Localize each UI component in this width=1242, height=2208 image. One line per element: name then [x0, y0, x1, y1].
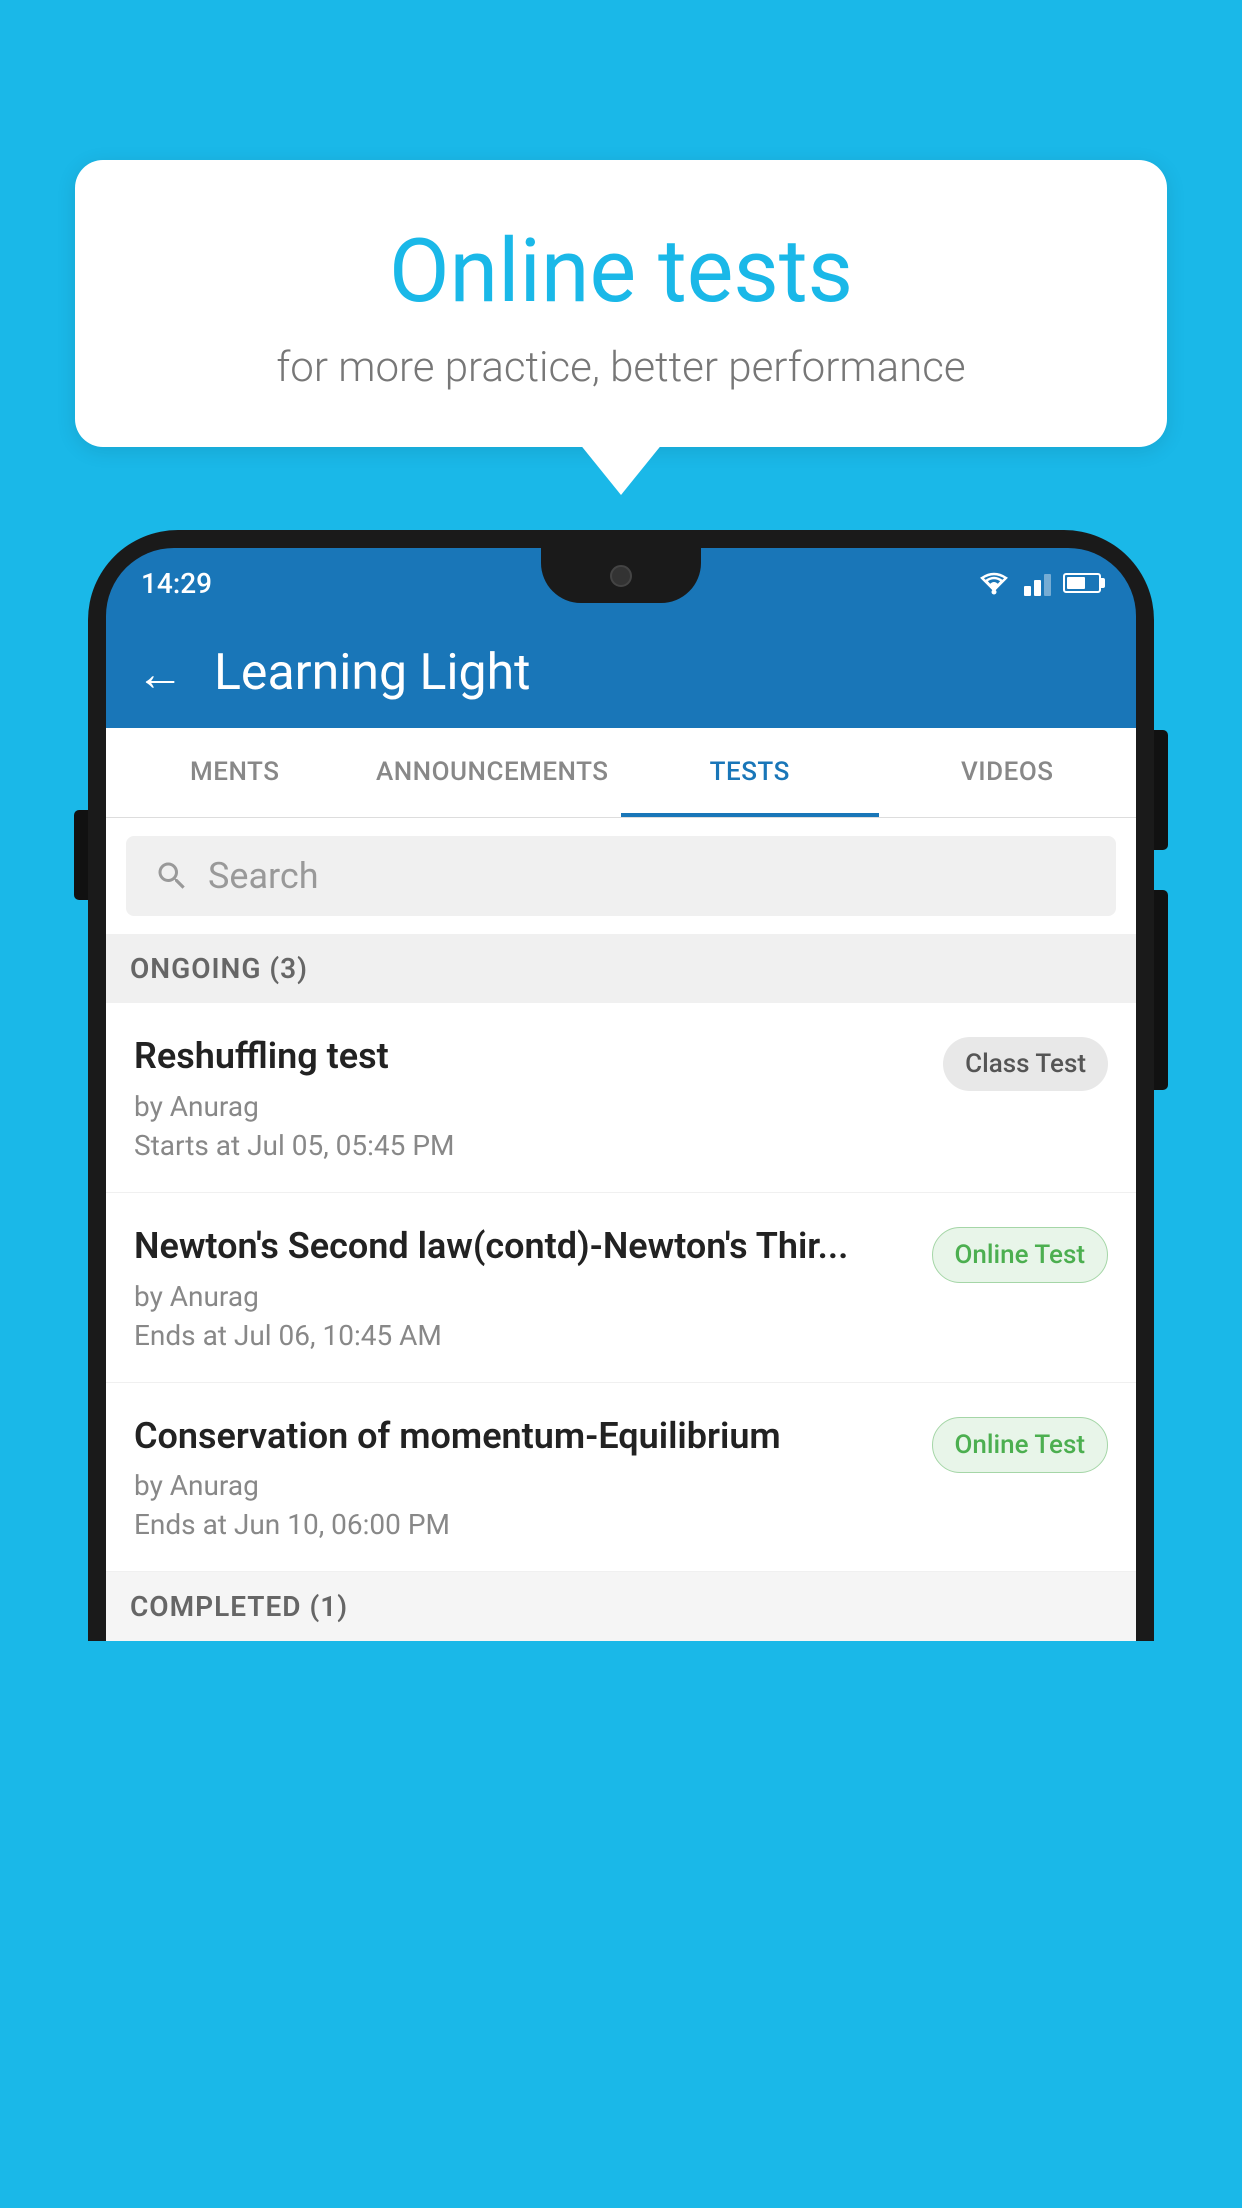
test-time-1: Starts at Jul 05, 05:45 PM — [134, 1129, 923, 1162]
side-button-right-top — [1154, 730, 1168, 850]
signal-icon — [1024, 570, 1051, 596]
search-icon — [154, 858, 190, 894]
tab-bar: MENTS ANNOUNCEMENTS TESTS VIDEOS — [106, 728, 1136, 818]
test-time-3: Ends at Jun 10, 06:00 PM — [134, 1508, 912, 1541]
status-bar: 14:29 — [106, 548, 1136, 618]
test-name-1: Reshuffling test — [134, 1033, 923, 1080]
test-author-2: by Anurag — [134, 1280, 912, 1313]
test-name-2: Newton's Second law(contd)-Newton's Thir… — [134, 1223, 912, 1270]
test-badge-3: Online Test — [932, 1417, 1109, 1473]
wifi-icon — [976, 570, 1012, 596]
tab-announcements[interactable]: ANNOUNCEMENTS — [364, 728, 622, 817]
test-author-3: by Anurag — [134, 1469, 912, 1502]
completed-section-header: COMPLETED (1) — [106, 1572, 1136, 1641]
back-button[interactable]: ← — [136, 645, 184, 702]
phone-screen: Search ONGOING (3) Reshuffling test by A… — [106, 818, 1136, 1641]
app-title: Learning Light — [214, 644, 531, 702]
status-time: 14:29 — [141, 567, 212, 600]
test-list: Reshuffling test by Anurag Starts at Jul… — [106, 1003, 1136, 1572]
tab-tests[interactable]: TESTS — [621, 728, 879, 817]
notch — [541, 548, 701, 603]
bubble-subtitle: for more practice, better performance — [125, 343, 1117, 392]
test-item-1[interactable]: Reshuffling test by Anurag Starts at Jul… — [106, 1003, 1136, 1193]
test-badge-1: Class Test — [943, 1037, 1108, 1091]
test-author-1: by Anurag — [134, 1090, 923, 1123]
speech-bubble: Online tests for more practice, better p… — [75, 160, 1167, 447]
ongoing-section-header: ONGOING (3) — [106, 934, 1136, 1003]
signal-bar-1 — [1024, 586, 1031, 596]
search-container: Search — [106, 818, 1136, 934]
app-bar: ← Learning Light — [106, 618, 1136, 728]
test-item-3[interactable]: Conservation of momentum-Equilibrium by … — [106, 1383, 1136, 1573]
tab-videos[interactable]: VIDEOS — [879, 728, 1137, 817]
test-badge-2: Online Test — [932, 1227, 1109, 1283]
test-info-3: Conservation of momentum-Equilibrium by … — [134, 1413, 912, 1542]
test-time-2: Ends at Jul 06, 10:45 AM — [134, 1319, 912, 1352]
test-info-2: Newton's Second law(contd)-Newton's Thir… — [134, 1223, 912, 1352]
side-button-right-bottom — [1154, 890, 1168, 1090]
status-icons — [976, 570, 1101, 596]
signal-bar-2 — [1034, 580, 1041, 596]
test-item-2[interactable]: Newton's Second law(contd)-Newton's Thir… — [106, 1193, 1136, 1383]
bubble-title: Online tests — [125, 220, 1117, 323]
signal-bar-3 — [1044, 574, 1051, 596]
search-placeholder: Search — [208, 855, 319, 897]
test-info-1: Reshuffling test by Anurag Starts at Jul… — [134, 1033, 923, 1162]
camera — [610, 565, 632, 587]
battery-icon — [1063, 573, 1101, 593]
battery-fill — [1067, 577, 1085, 589]
side-button-left — [74, 810, 88, 900]
phone-mockup: 14:29 — [88, 530, 1154, 2208]
phone-outer: 14:29 — [88, 530, 1154, 1641]
test-name-3: Conservation of momentum-Equilibrium — [134, 1413, 912, 1460]
search-bar[interactable]: Search — [126, 836, 1116, 916]
tab-ments[interactable]: MENTS — [106, 728, 364, 817]
